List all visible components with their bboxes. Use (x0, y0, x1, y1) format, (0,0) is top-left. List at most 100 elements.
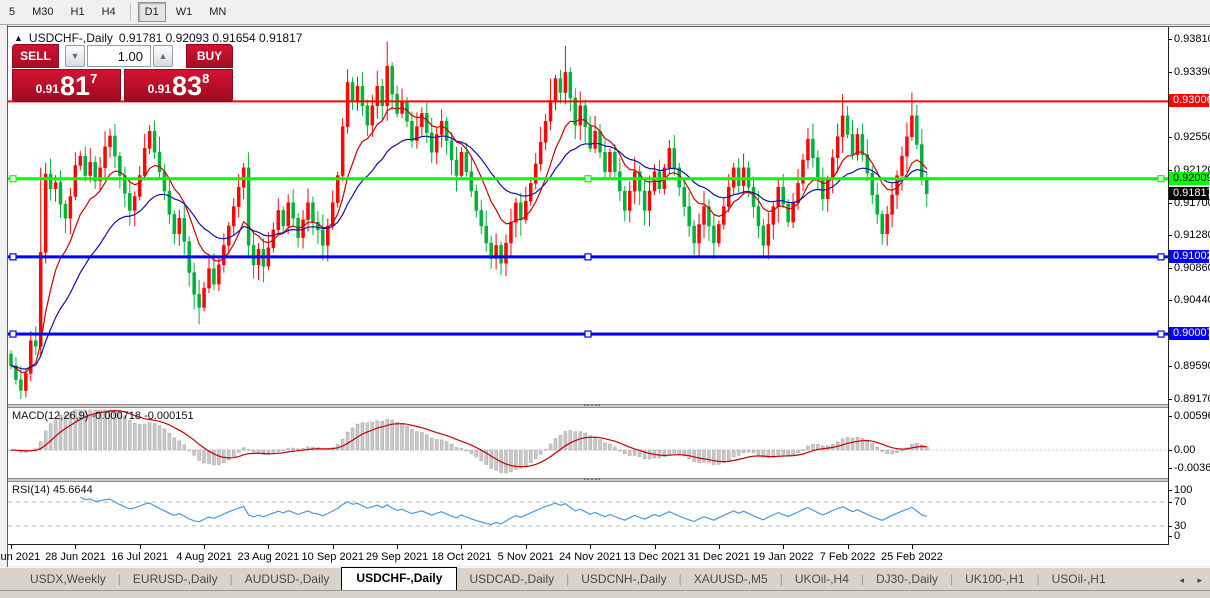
timeframe-button-w1[interactable]: W1 (169, 2, 200, 22)
candle (410, 121, 413, 140)
symbol-tab-usdcnh[interactable]: USDCNH-,Daily (569, 569, 678, 590)
symbol-tab-usdcad[interactable]: USDCAD-,Daily (457, 569, 566, 590)
line-handle[interactable] (585, 331, 591, 337)
sell-button[interactable]: SELL (12, 44, 59, 68)
price-axis-tick (1169, 72, 1172, 73)
symbol-tab-audusd[interactable]: AUDUSD-,Daily (233, 569, 342, 590)
symbol-tab-usdchf[interactable]: USDCHF-,Daily (341, 567, 457, 590)
macd-histogram-bar (604, 443, 607, 450)
date-axis-label: 23 Aug 2021 (233, 551, 303, 563)
candle (341, 127, 344, 176)
candle (113, 136, 116, 156)
line-handle[interactable] (585, 254, 591, 260)
macd-histogram-bar (440, 440, 443, 450)
timeframe-button-h1[interactable]: H1 (64, 2, 92, 22)
collapse-panel-icon[interactable]: ▲ (14, 33, 23, 43)
candle (549, 100, 552, 121)
macd-histogram-bar (737, 450, 740, 455)
candle (925, 179, 928, 193)
macd-histogram-bar (480, 450, 483, 461)
macd-histogram-bar (44, 431, 47, 450)
buy-price-display[interactable]: 0.91 83 8 (124, 69, 233, 102)
candle (292, 203, 295, 219)
candle (861, 134, 864, 154)
symbol-tab-ukoil[interactable]: UKOil-,H4 (783, 569, 861, 590)
candle (544, 121, 547, 142)
date-axis-tick (140, 545, 141, 549)
chart-symbol-title: USDCHF-,Daily (29, 31, 113, 45)
macd-histogram-bar (153, 423, 156, 450)
macd-histogram-bar (386, 419, 389, 450)
price-axis-label: 0.93390 (1174, 66, 1210, 78)
candle (554, 79, 557, 101)
timeframe-button-h4[interactable]: H4 (95, 2, 123, 22)
macd-histogram-bar (628, 450, 631, 455)
candle (876, 195, 879, 214)
symbol-tab-dj30[interactable]: DJ30-,Daily (864, 569, 950, 590)
symbol-tab-eurusd[interactable]: EURUSD-,Daily (121, 569, 230, 590)
candle (311, 203, 314, 222)
macd-histogram-bar (460, 449, 463, 450)
timeframe-button-d1[interactable]: D1 (138, 2, 166, 22)
price-axis-label: 0.89170 (1174, 393, 1210, 405)
indicator-scale-label: 0.00 (1174, 444, 1195, 456)
line-handle[interactable] (10, 176, 16, 182)
price-axis-tick (1169, 137, 1172, 138)
candle (881, 214, 884, 233)
volume-input[interactable] (87, 45, 151, 67)
candle (559, 79, 562, 93)
candle (836, 137, 839, 158)
macd-histogram-bar (633, 450, 636, 455)
line-handle[interactable] (1158, 331, 1164, 337)
line-handle[interactable] (10, 331, 16, 337)
macd-histogram-bar (143, 424, 146, 450)
volume-increase-button[interactable]: ▲ (153, 45, 173, 67)
timeframe-button-5[interactable]: 5 (2, 2, 22, 22)
candle (208, 269, 211, 288)
macd-histogram-bar (881, 450, 884, 452)
macd-histogram-bar (901, 450, 904, 451)
macd-histogram-bar (920, 445, 923, 450)
price-axis-label: 0.92550 (1174, 131, 1210, 143)
symbol-tab-xauusd[interactable]: XAUUSD-,M5 (682, 569, 780, 590)
candle (683, 187, 686, 206)
candle (519, 203, 522, 220)
volume-decrease-button[interactable]: ▼ (65, 45, 85, 67)
candle (391, 66, 394, 94)
macd-histogram-bar (198, 450, 201, 460)
candle (648, 191, 651, 210)
candle (24, 373, 27, 390)
tabs-scroll-left-icon[interactable]: ◂ (1179, 575, 1184, 586)
candle (203, 288, 206, 307)
buy-button[interactable]: BUY (186, 44, 233, 68)
macd-histogram-bar (292, 448, 295, 450)
indicator-scale-label: 0 (1174, 530, 1180, 542)
candle (460, 152, 463, 175)
symbol-tab-uk100[interactable]: UK100-,H1 (953, 569, 1036, 590)
candle (178, 218, 181, 234)
macd-histogram-bar (376, 421, 379, 450)
line-handle[interactable] (1158, 176, 1164, 182)
macd-histogram-bar (777, 450, 780, 455)
line-handle[interactable] (10, 254, 16, 260)
tabs-scroll-right-icon[interactable]: ▸ (1197, 575, 1202, 586)
macd-histogram-bar (876, 447, 879, 450)
macd-histogram-bar (544, 449, 547, 450)
line-handle[interactable] (1158, 254, 1164, 260)
timeframe-button-mn[interactable]: MN (202, 2, 233, 22)
symbol-tab-usdx[interactable]: USDX,Weekly (18, 569, 118, 590)
timeframe-button-m30[interactable]: M30 (25, 2, 60, 22)
sell-price-display[interactable]: 0.91 81 7 (12, 69, 121, 102)
candle (49, 174, 52, 189)
macd-histogram-bar (128, 420, 131, 450)
symbol-tab-usoil[interactable]: USOil-,H1 (1040, 569, 1118, 590)
macd-histogram-bar (886, 450, 889, 454)
line-handle[interactable] (585, 176, 591, 182)
price-axis-label: 0.93810 (1174, 33, 1210, 45)
candle (237, 187, 240, 206)
macd-histogram-bar (381, 421, 384, 450)
candle (54, 183, 57, 189)
macd-histogram-bar (787, 450, 790, 455)
candle (608, 152, 611, 171)
date-axis-tick (912, 545, 913, 549)
